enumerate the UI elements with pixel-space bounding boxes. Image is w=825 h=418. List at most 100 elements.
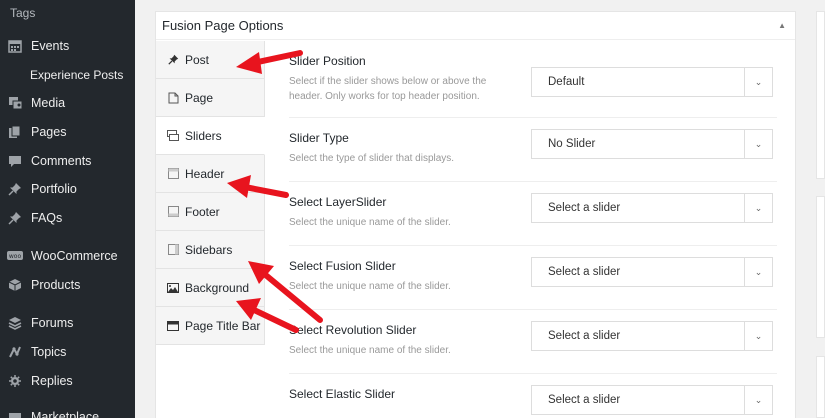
page-icon [167,92,179,104]
chevron-down-icon[interactable]: ⌄ [744,386,772,414]
option-description: Select the unique name of the slider. [289,345,451,356]
option-title: Slider Type [289,131,349,145]
sidebar-item-faqs[interactable]: FAQs [0,204,135,232]
panel-title: Fusion Page Options [162,18,284,33]
sidebar-item-label: Events [31,39,70,53]
sidebar-item-events[interactable]: Events [0,32,135,60]
option-select-layerslider: Select LayerSlider Select the unique nam… [289,182,777,246]
calendar-icon [7,38,23,54]
fusion-page-options-panel: Fusion Page Options ▲ Post Page Sliders [155,11,796,418]
slider-type-select[interactable]: No Slider ⌄ [531,129,773,159]
slider-position-select[interactable]: Default ⌄ [531,67,773,97]
pin-icon [167,54,179,66]
sidebar-item-tags[interactable]: Tags [10,6,35,20]
tab-header[interactable]: Header [156,155,265,193]
replies-icon [7,373,23,389]
sidebar-item-label: Portfolio [31,182,77,196]
svg-text:woo: woo [9,253,22,260]
sidebar-item-label: Products [31,278,81,292]
sidebar-item-forums[interactable]: Forums [0,309,135,337]
option-title: Select Fusion Slider [289,259,396,273]
market-icon [7,409,23,418]
option-select-fusion-slider: Select Fusion Slider Select the unique n… [289,246,777,310]
sidebar-item-label: Replies [31,374,73,388]
select-value: Default [548,76,585,88]
tab-background[interactable]: Background [156,269,265,307]
select-value: No Slider [548,138,596,150]
tab-label: Background [185,280,250,295]
sidebar-item-label: Pages [31,125,67,139]
sidebar-item-label: Topics [31,345,67,359]
collapse-arrow-icon[interactable]: ▲ [778,21,786,30]
sidebar-item-products[interactable]: Products [0,271,135,299]
tab-label: Footer [185,204,220,219]
option-select-elastic-slider: Select Elastic Slider Select a slider ⌄ [289,374,777,418]
chevron-down-icon[interactable]: ⌄ [744,322,772,350]
tab-page-title-bar[interactable]: Page Title Bar [156,307,265,345]
chevron-down-icon[interactable]: ⌄ [744,194,772,222]
media-icon [7,95,23,111]
tab-sidebars[interactable]: Sidebars [156,231,265,269]
sliders-icon [167,130,179,142]
option-title: Slider Position [289,54,366,68]
tab-sliders[interactable]: Sliders [156,117,265,155]
footer-icon [167,206,179,218]
sidebar-item-topics[interactable]: Topics [0,338,135,366]
tab-label: Sliders [185,128,222,143]
sidebar-item-replies[interactable]: Replies [0,367,135,395]
slider-options-list: Slider Position Select if the slider sho… [289,41,777,418]
right-metabox-edge [816,11,825,179]
pin-icon [7,181,23,197]
fusion-slider-select[interactable]: Select a slider ⌄ [531,257,773,287]
chevron-down-icon[interactable]: ⌄ [744,258,772,286]
sidebar-item-experience-posts[interactable]: Experience Posts [30,68,123,82]
sidebar-item-media[interactable]: Media [0,89,135,117]
sidebar-item-label: Forums [31,316,74,330]
select-value: Select a slider [548,330,621,342]
select-value: Select a slider [548,394,621,406]
tab-label: Sidebars [185,242,233,257]
sidebar-item-label: WooCommerce [31,249,118,263]
titlebar-icon [167,320,179,332]
tab-page[interactable]: Page [156,79,265,117]
comments-icon [7,153,23,169]
tab-label: Page Title Bar [185,318,261,333]
tab-footer[interactable]: Footer [156,193,265,231]
option-slider-type: Slider Type Select the type of slider th… [289,118,777,182]
sidebar-item-portfolio[interactable]: Portfolio [0,175,135,203]
forums-icon [7,315,23,331]
woo-icon: woo [7,248,23,264]
sidebar-item-label: Media [31,96,66,110]
right-metabox-edge [816,196,825,338]
sidebar-item-pages[interactable]: Pages [0,118,135,146]
option-description: Select the unique name of the slider. [289,217,451,228]
option-title: Select LayerSlider [289,195,387,209]
option-title: Select Elastic Slider [289,387,396,401]
sidebar-item-label: Comments [31,154,92,168]
revolution-slider-select[interactable]: Select a slider ⌄ [531,321,773,351]
panel-header[interactable]: Fusion Page Options ▲ [156,12,795,40]
option-title: Select Revolution Slider [289,323,417,337]
elastic-slider-select[interactable]: Select a slider ⌄ [531,385,773,415]
select-value: Select a slider [548,202,621,214]
topics-icon [7,344,23,360]
option-select-revolution-slider: Select Revolution Slider Select the uniq… [289,310,777,374]
header-icon [167,168,179,180]
admin-sidebar: Tags Events Experience Posts Media Pages… [0,0,135,418]
image-icon [167,282,179,294]
option-description: Select the type of slider that displays. [289,153,455,164]
sidebar-item-comments[interactable]: Comments [0,147,135,175]
sidebar-item-marketplace[interactable]: Marketplace [0,403,135,418]
select-value: Select a slider [548,266,621,278]
tab-label: Header [185,166,225,181]
sidebar-item-label: Marketplace [31,410,100,418]
box-icon [7,277,23,293]
sidebar-item-label: FAQs [31,211,63,225]
chevron-down-icon[interactable]: ⌄ [744,68,772,96]
layerslider-select[interactable]: Select a slider ⌄ [531,193,773,223]
sidebar-item-woocommerce[interactable]: woo WooCommerce [0,242,135,270]
chevron-down-icon[interactable]: ⌄ [744,130,772,158]
tab-post[interactable]: Post [156,41,265,79]
option-description: Select the unique name of the slider. [289,281,451,292]
pages-icon [7,124,23,140]
